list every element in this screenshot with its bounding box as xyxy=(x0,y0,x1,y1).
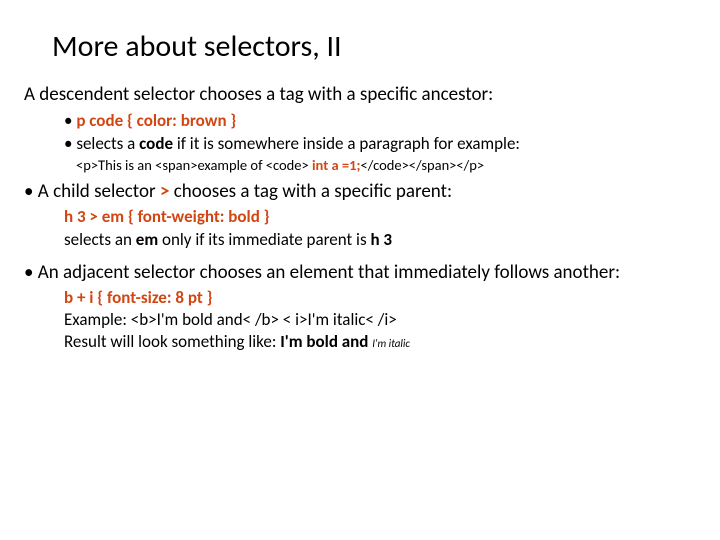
text: </code></span></p> xyxy=(361,156,485,174)
adjacent-rule: b + i { font-size: 8 pt } xyxy=(64,287,696,309)
text: A xyxy=(24,83,39,106)
text: chooses a tag with a specific parent: xyxy=(174,180,452,203)
descendent-rule: p code { color: brown } xyxy=(64,110,696,132)
text: child xyxy=(53,180,94,203)
result-italic: I'm italic xyxy=(372,337,410,350)
descendent-explain: selects a code if it is somewhere inside… xyxy=(64,133,696,155)
slide-title: More about selectors, II xyxy=(52,28,696,65)
text: descendent xyxy=(39,83,133,106)
text: adjacent xyxy=(63,261,134,284)
gt-symbol: > xyxy=(160,180,174,203)
text: selects a xyxy=(76,133,139,154)
text: selector xyxy=(94,180,160,203)
text: selector chooses an element that immedia… xyxy=(134,261,620,284)
text: only if its immediate parent is xyxy=(162,229,370,250)
text: An xyxy=(38,261,63,284)
descendent-example: <p>This is an <span>example of <code> in… xyxy=(76,156,696,175)
code-keyword: code xyxy=(139,133,177,154)
text: selector chooses a tag with a specific a… xyxy=(134,83,494,106)
css-rule: h 3 > em { font-weight: bold } xyxy=(64,206,270,227)
child-intro: A child selector > chooses a tag with a … xyxy=(24,180,696,205)
adjacent-example: Example: <b>I'm bold and< /b> < i>I'm it… xyxy=(64,309,696,331)
css-rule: p code { color: brown } xyxy=(76,110,236,131)
highlighted-code: int a =1; xyxy=(312,156,361,174)
adjacent-intro: An adjacent selector chooses an element … xyxy=(24,261,696,286)
text: A xyxy=(38,180,53,203)
text: Result will look something like: xyxy=(64,331,280,352)
text: Example: <b>I'm bold and< /b> < i>I'm it… xyxy=(64,309,397,330)
text: <p>This is an <span>example of <code> xyxy=(76,156,312,174)
child-rule: h 3 > em { font-weight: bold } xyxy=(64,206,696,228)
text: if it is somewhere inside a paragraph fo… xyxy=(177,133,520,154)
text: selects an xyxy=(64,229,136,250)
child-explain: selects an em only if its immediate pare… xyxy=(64,229,696,251)
adjacent-result: Result will look something like: I'm bol… xyxy=(64,331,696,353)
result-bold: I'm bold and xyxy=(280,331,372,352)
h3-keyword: h 3 xyxy=(370,229,392,250)
css-rule: b + i { font-size: 8 pt } xyxy=(64,287,212,308)
descendent-intro: A descendent selector chooses a tag with… xyxy=(24,83,696,108)
em-keyword: em xyxy=(136,229,162,250)
